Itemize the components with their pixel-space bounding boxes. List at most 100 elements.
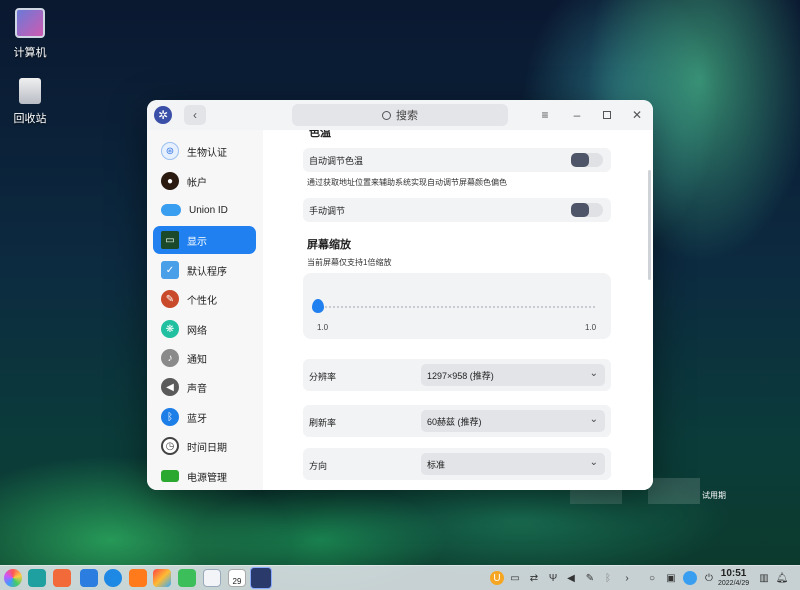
bluetooth-icon: ᛒ xyxy=(161,408,179,426)
refresh-rate-value: 60赫兹 (推荐) xyxy=(427,416,482,427)
clock-date: 2022/4/29 xyxy=(718,580,750,587)
control-center-window: ✲ ‹ 搜索 ≡ – ✕ ⊛ 生物认证 ● 帐户 Union ID ▭ 显示 ✓ 默认程… xyxy=(147,100,653,490)
chevron-down-icon: ⌄ xyxy=(589,414,598,425)
scrollbar[interactable] xyxy=(648,170,651,280)
desktop-icon-computer[interactable]: 计算机 xyxy=(0,8,60,60)
maximize-icon xyxy=(603,111,611,119)
minimize-button[interactable]: – xyxy=(567,105,587,125)
manual-adjust-row: 手动调节 xyxy=(303,198,611,222)
orientation-select[interactable]: 标准 ⌄ xyxy=(421,453,605,475)
refresh-rate-row: 刷新率 60赫兹 (推荐) ⌄ xyxy=(303,405,611,437)
toggle-knob xyxy=(571,203,589,217)
network-transfer-icon[interactable]: ⇄ xyxy=(527,571,541,585)
sidebar-item-union-id[interactable]: Union ID xyxy=(153,196,256,224)
image-viewer-icon[interactable] xyxy=(153,569,171,587)
computer-icon xyxy=(15,8,45,38)
music-icon[interactable] xyxy=(178,569,196,587)
sidebar-item-display[interactable]: ▭ 显示 xyxy=(153,226,256,254)
sidebar-item-label: 个性化 xyxy=(187,295,217,307)
desktop-icon-label: 计算机 xyxy=(13,47,47,59)
clock[interactable]: 10:51 2022/4/29 xyxy=(718,569,749,588)
resolution-value: 1297×958 (推荐) xyxy=(427,370,494,381)
control-center-icon[interactable] xyxy=(250,567,272,589)
speaker-icon: ◀ xyxy=(161,378,179,396)
sidebar-item-label: Union ID xyxy=(189,204,228,216)
network-icon: ❋ xyxy=(161,320,179,338)
browser-icon[interactable] xyxy=(104,569,122,587)
scaling-slider-thumb[interactable] xyxy=(312,299,324,313)
menu-button[interactable]: ≡ xyxy=(535,105,555,125)
sidebar-item-label: 时间日期 xyxy=(187,442,227,454)
resolution-select[interactable]: 1297×958 (推荐) ⌄ xyxy=(421,364,605,386)
desktop-icon-trash[interactable]: 回收站 xyxy=(0,78,60,126)
search-input[interactable]: 搜索 xyxy=(292,104,508,126)
color-temp-header: 色温 xyxy=(309,130,331,139)
sidebar-item-personalization[interactable]: ✎ 个性化 xyxy=(153,285,256,313)
scaling-slider-track[interactable] xyxy=(317,306,595,308)
search-icon xyxy=(382,110,391,120)
scaling-title: 屏幕缩放 xyxy=(307,239,351,251)
back-button[interactable]: ‹ xyxy=(184,105,206,125)
notification-bell-icon[interactable]: 🔔︎ xyxy=(775,571,789,585)
taskbar: 29 U ▭ ⇄ Ψ ◀ ✎ ᛒ › ○ ▣ ⏻ 10:51 2022/4/29… xyxy=(0,565,800,590)
app-store-grid-icon[interactable] xyxy=(53,569,71,587)
maximize-button[interactable] xyxy=(597,105,617,125)
app-store-icon[interactable] xyxy=(129,569,147,587)
close-button[interactable]: ✕ xyxy=(627,105,647,125)
chevron-left-icon: ‹ xyxy=(193,108,197,122)
sidebar-item-notifications[interactable]: ♪ 通知 xyxy=(153,344,256,372)
orientation-label: 方向 xyxy=(309,461,328,471)
screen-icon[interactable]: ▣ xyxy=(664,571,678,585)
sidebar-item-network[interactable]: ❋ 网络 xyxy=(153,315,256,343)
watermark-box xyxy=(648,478,700,504)
power-icon[interactable]: ⏻ xyxy=(702,571,716,585)
sidebar-item-label: 声音 xyxy=(187,383,207,395)
usb-icon[interactable]: Ψ xyxy=(546,571,560,585)
refresh-rate-select[interactable]: 60赫兹 (推荐) ⌄ xyxy=(421,410,605,432)
chevron-down-icon: ⌄ xyxy=(589,368,598,379)
scaling-note: 当前屏幕仅支持1倍缩放 xyxy=(307,258,392,267)
auto-color-temp-note: 通过获取地址位置来辅助系统实现自动调节屏幕颜色偏色 xyxy=(307,178,507,187)
file-manager-icon[interactable] xyxy=(80,569,98,587)
sidebar-item-power[interactable]: 电源管理 xyxy=(153,462,256,490)
sidebar-item-label: 显示 xyxy=(187,236,207,248)
menu-icon: ≡ xyxy=(541,108,549,122)
trash-icon[interactable]: ▥ xyxy=(757,571,771,585)
sidebar-item-datetime[interactable]: ◷ 时间日期 xyxy=(153,432,256,460)
slider-max-label: 1.0 xyxy=(585,323,597,332)
sidebar-item-accounts[interactable]: ● 帐户 xyxy=(153,167,256,195)
manual-adjust-toggle[interactable] xyxy=(571,203,603,217)
auto-color-temp-row: 自动调节色温 xyxy=(303,148,611,172)
user-icon: ● xyxy=(161,172,179,190)
keyboard-icon[interactable]: ▭ xyxy=(508,571,522,585)
search-label: 搜索 xyxy=(396,110,418,122)
browser-tray-icon[interactable] xyxy=(683,571,697,585)
sidebar-item-default-apps[interactable]: ✓ 默认程序 xyxy=(153,256,256,284)
sidebar-item-label: 通知 xyxy=(187,354,207,366)
resolution-label: 分辨率 xyxy=(309,372,337,382)
sidebar-item-label: 帐户 xyxy=(187,177,207,189)
sidebar-item-bluetooth[interactable]: ᛒ 蓝牙 xyxy=(153,403,256,431)
slider-min-label: 1.0 xyxy=(317,323,329,332)
input-method-icon[interactable]: U xyxy=(490,571,504,585)
volume-icon[interactable]: ◀ xyxy=(564,571,578,585)
calendar-day: 29 xyxy=(232,577,242,586)
scaling-slider-box: 1.0 1.0 xyxy=(303,273,611,339)
bluetooth-icon[interactable]: ᛒ xyxy=(601,571,615,585)
launcher-icon[interactable] xyxy=(4,569,22,587)
pen-icon[interactable]: ✎ xyxy=(583,571,597,585)
palette-icon: ✎ xyxy=(161,290,179,308)
toggle-knob xyxy=(571,153,589,167)
search-icon[interactable]: ○ xyxy=(645,571,659,585)
chevron-right-icon[interactable]: › xyxy=(620,571,634,585)
calendar-icon[interactable]: 29 xyxy=(228,569,246,587)
sidebar-item-biometric[interactable]: ⊛ 生物认证 xyxy=(153,137,256,165)
document-viewer-icon[interactable] xyxy=(203,569,221,587)
control-center-logo-icon: ✲ xyxy=(154,106,172,124)
auto-color-temp-toggle[interactable] xyxy=(571,153,603,167)
titlebar: ✲ ‹ 搜索 ≡ – ✕ xyxy=(147,100,653,130)
chevron-down-icon: ⌄ xyxy=(589,457,598,468)
multitask-view-icon[interactable] xyxy=(28,569,46,587)
fingerprint-icon: ⊛ xyxy=(161,142,179,160)
sidebar-item-sound[interactable]: ◀ 声音 xyxy=(153,373,256,401)
